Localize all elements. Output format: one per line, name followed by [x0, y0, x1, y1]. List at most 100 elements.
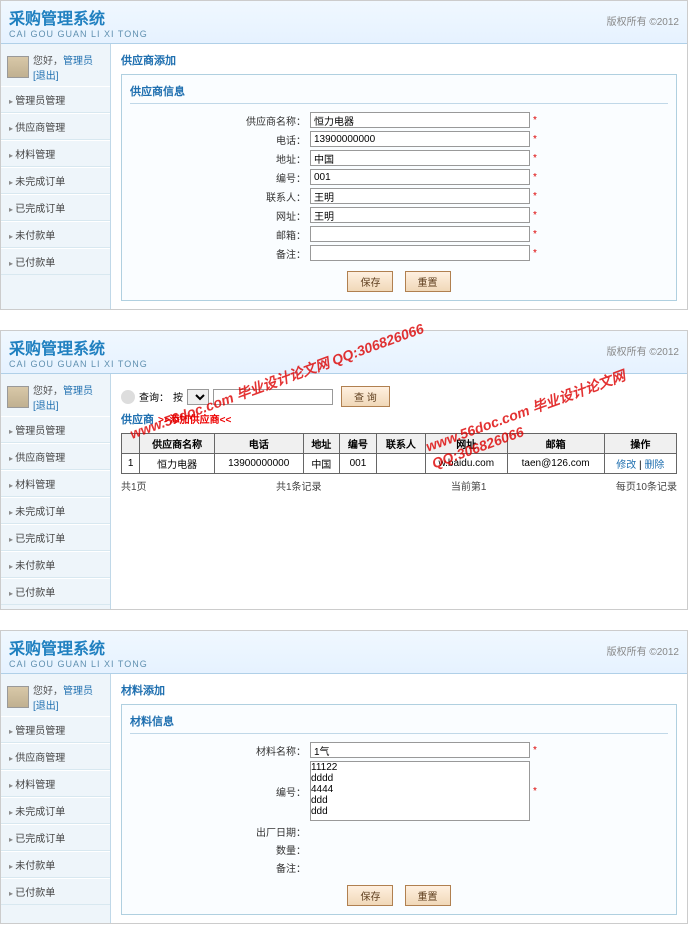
table-row: 1 恒力电器 13900000000 中国 001 w.baidu.com ta…	[122, 454, 677, 474]
required-star: *	[533, 115, 537, 126]
sidebar: 您好，管理员 [退出] 管理员管理 供应商管理 材料管理 未完成订单 已完成订单…	[1, 674, 111, 923]
pager-current: 当前第1	[451, 478, 487, 493]
label-code: 编号：	[130, 170, 310, 185]
welcome-text: 您好，	[33, 386, 63, 397]
menu-material[interactable]: 材料管理	[1, 140, 110, 167]
app-title: 采购管理系统	[9, 5, 679, 29]
input-matdetails[interactable]: 11122 dddd 4444 ddd ddd	[310, 761, 530, 821]
input-contact[interactable]	[310, 188, 530, 204]
menu-admin[interactable]: 管理员管理	[1, 86, 110, 113]
reset-button[interactable]: 重置	[405, 885, 451, 906]
avatar	[7, 386, 29, 408]
input-phone[interactable]	[310, 131, 530, 147]
input-code[interactable]	[310, 169, 530, 185]
cell-addr: 中国	[303, 454, 340, 474]
required-star: *	[533, 153, 537, 164]
th-url: 网址	[425, 434, 507, 454]
menu-pending-order[interactable]: 未完成订单	[1, 797, 110, 824]
label-matname: 材料名称：	[130, 743, 310, 758]
menu-unpaid[interactable]: 未付款单	[1, 221, 110, 248]
menu-admin[interactable]: 管理员管理	[1, 416, 110, 443]
input-matname[interactable]	[310, 742, 530, 758]
avatar	[7, 686, 29, 708]
copyright: 版权所有 ©2012	[607, 643, 679, 658]
cell-code: 001	[340, 454, 377, 474]
th-contact: 联系人	[376, 434, 425, 454]
cell-contact	[376, 454, 425, 474]
sidebar: 您好，管理员 [退出] 管理员管理 供应商管理 材料管理 未完成订单 已完成订单…	[1, 44, 111, 309]
logout-link[interactable]: [退出]	[33, 697, 93, 712]
required-star: *	[533, 134, 537, 145]
menu-unpaid[interactable]: 未付款单	[1, 551, 110, 578]
menu-material[interactable]: 材料管理	[1, 770, 110, 797]
menu-pending-order[interactable]: 未完成订单	[1, 167, 110, 194]
search-icon	[121, 390, 135, 404]
pager: 共1页 共1条记录 当前第1 每页10条记录	[121, 478, 677, 493]
reset-button[interactable]: 重置	[405, 271, 451, 292]
search-select[interactable]	[187, 389, 209, 405]
pager-total: 共1页	[121, 478, 147, 493]
pager-perpage: 每页10条记录	[616, 478, 677, 493]
label-matremark: 备注：	[130, 860, 310, 875]
menu-material[interactable]: 材料管理	[1, 470, 110, 497]
page-title: 供应商>>添加供应商<<	[121, 411, 677, 427]
menu-pending-order[interactable]: 未完成订单	[1, 497, 110, 524]
user-box: 您好，管理员 [退出]	[1, 48, 110, 86]
app-subtitle: CAI GOU GUAN LI XI TONG	[9, 29, 679, 39]
input-email[interactable]	[310, 226, 530, 242]
menu-supplier[interactable]: 供应商管理	[1, 113, 110, 140]
page-title: 供应商添加	[121, 52, 677, 68]
cell-email: taen@126.com	[507, 454, 604, 474]
required-star: *	[533, 786, 537, 797]
input-address[interactable]	[310, 150, 530, 166]
search-input[interactable]	[213, 389, 333, 405]
label-url: 网址：	[130, 208, 310, 223]
label-phone: 电话：	[130, 132, 310, 147]
label-contact: 联系人：	[130, 189, 310, 204]
save-button[interactable]: 保存	[347, 885, 393, 906]
input-remark[interactable]	[310, 245, 530, 261]
input-url[interactable]	[310, 207, 530, 223]
add-supplier-link[interactable]: >>添加供应商<<	[158, 415, 231, 426]
cell-phone: 13900000000	[214, 454, 303, 474]
cell-idx: 1	[122, 454, 140, 474]
required-star: *	[533, 172, 537, 183]
logout-link[interactable]: [退出]	[33, 67, 93, 82]
label-matdate: 出厂日期：	[130, 824, 310, 839]
menu-paid[interactable]: 已付款单	[1, 578, 110, 605]
app-subtitle: CAI GOU GUAN LI XI TONG	[9, 659, 679, 669]
label-address: 地址：	[130, 151, 310, 166]
copyright: 版权所有 ©2012	[607, 13, 679, 28]
menu-supplier[interactable]: 供应商管理	[1, 743, 110, 770]
input-name[interactable]	[310, 112, 530, 128]
app-title: 采购管理系统	[9, 635, 679, 659]
supplier-table: 供应商名称 电话 地址 编号 联系人 网址 邮箱 操作 1 恒力电器 13900…	[121, 433, 677, 474]
menu-supplier[interactable]: 供应商管理	[1, 443, 110, 470]
welcome-text: 您好，	[33, 686, 63, 697]
menu-done-order[interactable]: 已完成订单	[1, 524, 110, 551]
search-button[interactable]: 查 询	[341, 386, 390, 407]
app-title: 采购管理系统	[9, 335, 679, 359]
label-name: 供应商名称：	[130, 113, 310, 128]
username: 管理员	[63, 386, 93, 397]
label-remark: 备注：	[130, 246, 310, 261]
menu-admin[interactable]: 管理员管理	[1, 716, 110, 743]
th-phone: 电话	[214, 434, 303, 454]
sidebar: 您好，管理员 [退出] 管理员管理 供应商管理 材料管理 未完成订单 已完成订单…	[1, 374, 111, 609]
menu-unpaid[interactable]: 未付款单	[1, 851, 110, 878]
menu-done-order[interactable]: 已完成订单	[1, 824, 110, 851]
required-star: *	[533, 191, 537, 202]
delete-link[interactable]: 删除	[644, 460, 664, 471]
welcome-text: 您好，	[33, 56, 63, 67]
required-star: *	[533, 745, 537, 756]
menu-done-order[interactable]: 已完成订单	[1, 194, 110, 221]
menu-paid[interactable]: 已付款单	[1, 878, 110, 905]
search-label: 查询：	[139, 389, 169, 404]
menu-paid[interactable]: 已付款单	[1, 248, 110, 275]
user-box: 您好，管理员 [退出]	[1, 678, 110, 716]
app-subtitle: CAI GOU GUAN LI XI TONG	[9, 359, 679, 369]
label-matcode: 编号：	[130, 784, 310, 799]
edit-link[interactable]: 修改	[616, 460, 636, 471]
logout-link[interactable]: [退出]	[33, 397, 93, 412]
save-button[interactable]: 保存	[347, 271, 393, 292]
